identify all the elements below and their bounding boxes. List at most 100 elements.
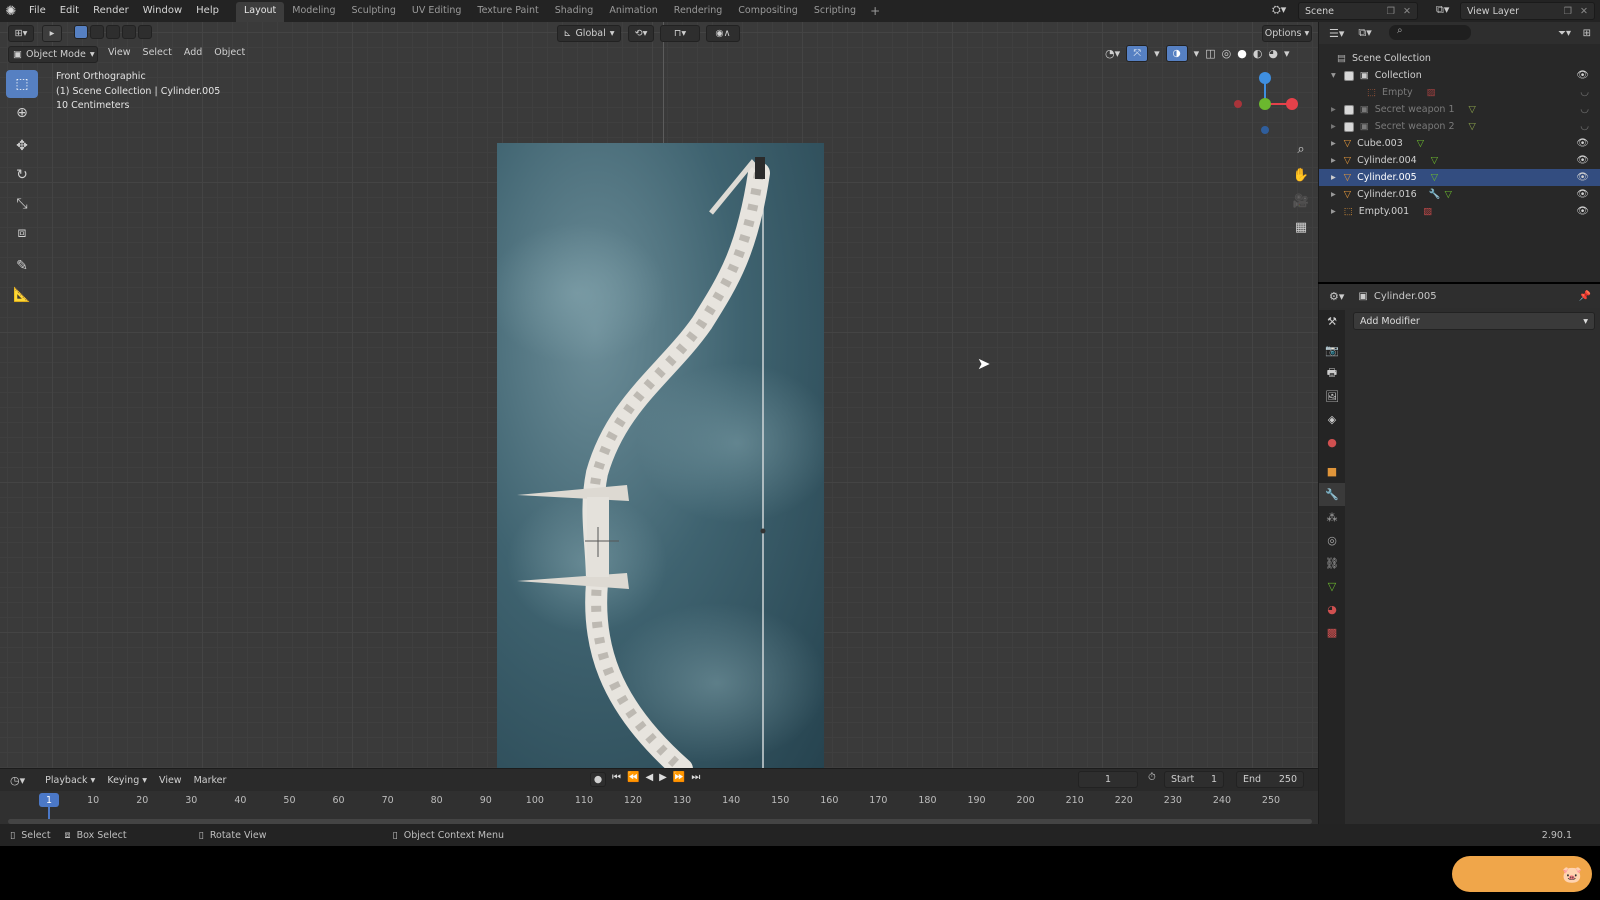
- annotate-tool-icon[interactable]: ✎: [6, 252, 38, 280]
- jump-keyframe-back-icon[interactable]: ⏪: [627, 772, 639, 787]
- world-tab-icon[interactable]: ●: [1319, 431, 1345, 454]
- expand-arrow-icon[interactable]: ▾: [1331, 70, 1336, 81]
- tab-shading[interactable]: Shading: [547, 2, 602, 22]
- material-tab-icon[interactable]: ◕: [1319, 598, 1345, 621]
- timeline-menu-marker[interactable]: Marker: [188, 775, 233, 786]
- new-view-layer-icon[interactable]: ❐: [1563, 6, 1572, 17]
- select-tool-icon[interactable]: ▸: [42, 24, 62, 42]
- outliner-search-input[interactable]: ⌕: [1389, 25, 1471, 40]
- timeline-menu-view[interactable]: View: [153, 775, 188, 786]
- expand-arrow-icon[interactable]: ▸: [1331, 104, 1336, 115]
- transform-tool-icon[interactable]: ⧈: [6, 219, 38, 247]
- render-tab-icon[interactable]: 📷: [1319, 339, 1345, 362]
- viewport-menu-add[interactable]: Add: [178, 47, 208, 58]
- tab-layout[interactable]: Layout: [235, 2, 285, 22]
- jump-start-icon[interactable]: ⏮: [612, 772, 621, 787]
- eye-icon[interactable]: 👁: [1576, 189, 1589, 200]
- select-new-icon[interactable]: [74, 25, 88, 39]
- filter-icon[interactable]: ⏷▾: [1558, 28, 1571, 39]
- editor-type-icon[interactable]: ⊞▾: [8, 24, 34, 42]
- outliner-row-empty-001[interactable]: ▸ ⬚ Empty.001 ▨ 👁: [1319, 203, 1600, 220]
- viewport-menu-object[interactable]: Object: [208, 47, 251, 58]
- scale-tool-icon[interactable]: ⤡: [6, 190, 38, 218]
- start-frame-field[interactable]: Start 1: [1164, 771, 1224, 788]
- delete-scene-icon[interactable]: ✕: [1403, 6, 1411, 17]
- viewport-menu-select[interactable]: Select: [137, 47, 178, 58]
- play-reverse-icon[interactable]: ◀: [645, 772, 653, 787]
- overlays-toggle-icon[interactable]: ◑: [1165, 45, 1188, 62]
- move-tool-icon[interactable]: ✥: [6, 132, 38, 160]
- gizmo-toggle-icon[interactable]: ⤧: [1126, 45, 1149, 62]
- expand-arrow-icon[interactable]: ▸: [1331, 138, 1336, 149]
- tab-modeling[interactable]: Modeling: [284, 2, 343, 22]
- rendered-shading-icon[interactable]: ◕: [1268, 47, 1278, 60]
- tab-rendering[interactable]: Rendering: [666, 2, 731, 22]
- particles-tab-icon[interactable]: ⁂: [1319, 506, 1345, 529]
- outliner-editor-icon[interactable]: ☰▾: [1329, 27, 1344, 40]
- physics-tab-icon[interactable]: ◎: [1319, 529, 1345, 552]
- proportional-edit-icon[interactable]: ◉∧: [706, 24, 740, 42]
- display-mode-icon[interactable]: ⧉▾: [1358, 26, 1371, 40]
- jump-keyframe-forward-icon[interactable]: ⏩: [673, 772, 685, 787]
- eye-icon[interactable]: 👁: [1576, 206, 1589, 217]
- scene-browse-icon[interactable]: ⛭▾: [1272, 3, 1286, 17]
- select-intersect-icon[interactable]: [138, 25, 152, 39]
- expand-arrow-icon[interactable]: ▸: [1331, 206, 1336, 217]
- current-frame-field[interactable]: 1: [1078, 771, 1138, 788]
- camera-view-icon[interactable]: 🎥: [1290, 190, 1312, 212]
- output-tab-icon[interactable]: 🖶: [1319, 362, 1345, 385]
- overlays-dropdown-icon[interactable]: ▾: [1194, 47, 1200, 60]
- outliner-row-scene-collection[interactable]: ▤ Scene Collection: [1319, 50, 1600, 67]
- timeline-editor-icon[interactable]: ◷▾: [10, 774, 25, 787]
- include-checkbox[interactable]: [1343, 70, 1354, 81]
- tab-texture-paint[interactable]: Texture Paint: [469, 2, 546, 22]
- visibility-icon[interactable]: ◔▾: [1105, 47, 1120, 60]
- tool-tab-icon[interactable]: ⚒: [1319, 310, 1345, 333]
- zoom-icon[interactable]: ⌕: [1290, 138, 1312, 160]
- delete-view-layer-icon[interactable]: ✕: [1580, 6, 1588, 17]
- end-frame-field[interactable]: End 250: [1236, 771, 1304, 788]
- view-layer-tab-icon[interactable]: 🖼: [1319, 385, 1345, 408]
- add-modifier-dropdown[interactable]: Add Modifier ▾: [1353, 312, 1595, 330]
- modifier-tab-icon[interactable]: 🔧: [1319, 483, 1345, 506]
- outliner-row-secret-weapon-2[interactable]: ▸ ▣ Secret weapon 2 ▽ ◡: [1319, 118, 1600, 135]
- expand-arrow-icon[interactable]: ▸: [1331, 155, 1336, 166]
- xray-icon[interactable]: ◫: [1205, 47, 1215, 60]
- select-invert-icon[interactable]: [122, 25, 136, 39]
- select-extend-icon[interactable]: [90, 25, 104, 39]
- outliner-row-cylinder-016[interactable]: ▸ ▽ Cylinder.016 🔧 ▽ 👁: [1319, 186, 1600, 203]
- scene-tab-icon[interactable]: ◈: [1319, 408, 1345, 431]
- include-checkbox[interactable]: [1343, 104, 1354, 115]
- properties-editor-icon[interactable]: ⚙▾: [1329, 290, 1344, 303]
- include-checkbox[interactable]: [1343, 121, 1354, 132]
- perspective-grid-icon[interactable]: ▦: [1290, 216, 1312, 238]
- stopwatch-icon[interactable]: ⏱: [1148, 772, 1156, 783]
- eye-icon[interactable]: 👁: [1576, 138, 1589, 149]
- new-scene-icon[interactable]: ❐: [1386, 6, 1395, 17]
- reference-image-plane[interactable]: [497, 143, 824, 768]
- expand-arrow-icon[interactable]: ▸: [1331, 189, 1336, 200]
- texture-tab-icon[interactable]: ▩: [1319, 621, 1345, 644]
- menu-render[interactable]: Render: [86, 0, 136, 22]
- blender-logo-icon[interactable]: ✺: [0, 0, 22, 22]
- select-box-tool-icon[interactable]: ⬚: [6, 70, 38, 98]
- outliner-row-cube-003[interactable]: ▸ ▽ Cube.003 ▽ 👁: [1319, 135, 1600, 152]
- add-workspace-button[interactable]: +: [864, 0, 886, 22]
- tab-animation[interactable]: Animation: [601, 2, 665, 22]
- menu-help[interactable]: Help: [189, 0, 226, 22]
- play-icon[interactable]: ▶: [659, 772, 667, 787]
- viewport-menu-view[interactable]: View: [102, 47, 137, 58]
- rotate-tool-icon[interactable]: ↻: [6, 161, 38, 189]
- outliner-row-cylinder-005[interactable]: ▸ ▽ Cylinder.005 ▽ 👁: [1319, 169, 1600, 186]
- menu-file[interactable]: File: [22, 0, 53, 22]
- eye-icon[interactable]: 👁: [1576, 155, 1589, 166]
- record-icon[interactable]: ●: [590, 772, 606, 787]
- tab-uv-editing[interactable]: UV Editing: [404, 2, 470, 22]
- outliner-row-empty[interactable]: ⬚ Empty ▨ ◡: [1319, 84, 1600, 101]
- mesh-data-tab-icon[interactable]: ▽: [1319, 575, 1345, 598]
- eye-closed-icon[interactable]: ◡: [1580, 87, 1589, 98]
- expand-arrow-icon[interactable]: ▸: [1331, 121, 1336, 132]
- menu-window[interactable]: Window: [136, 0, 189, 22]
- outliner-row-cylinder-004[interactable]: ▸ ▽ Cylinder.004 ▽ 👁: [1319, 152, 1600, 169]
- pivot-point-icon[interactable]: ⟲▾: [628, 24, 654, 42]
